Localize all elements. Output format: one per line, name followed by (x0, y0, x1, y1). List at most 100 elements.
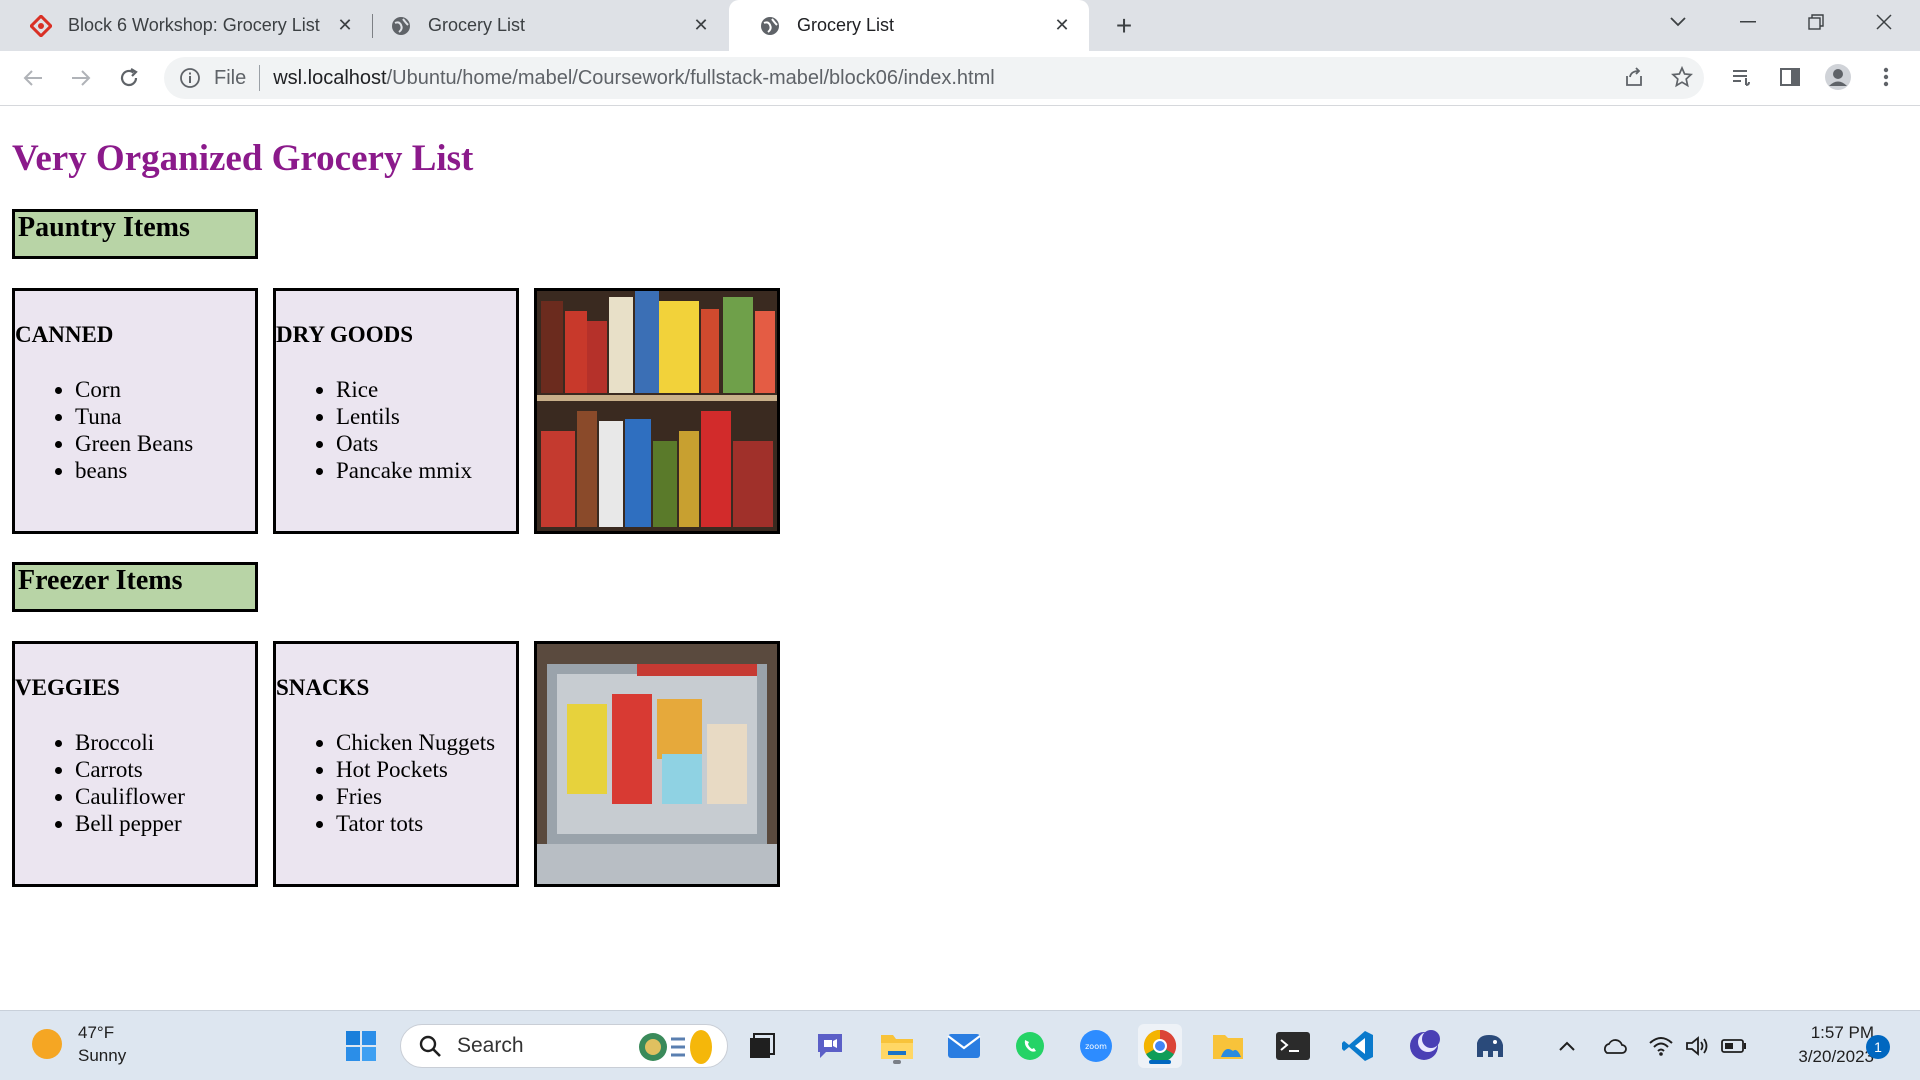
chrome-icon[interactable] (1138, 1024, 1182, 1068)
window-close-icon[interactable] (1854, 0, 1914, 44)
teams-chat-icon[interactable] (808, 1024, 852, 1068)
new-tab-button[interactable]: + (1106, 8, 1142, 44)
clock-date: 3/20/2023 (1798, 1047, 1874, 1066)
tab-title: Grocery List (428, 15, 526, 35)
list-item: Broccoli (75, 729, 255, 756)
search-highlight-icon (635, 1029, 715, 1070)
list-item: Hot Pockets (336, 756, 516, 783)
weather-condition: Sunny (78, 1046, 127, 1065)
close-icon[interactable]: ✕ (686, 11, 716, 41)
info-icon[interactable] (178, 66, 202, 90)
item-list: Corn Tuna Green Beans beans (75, 376, 255, 484)
list-item: beans (75, 457, 255, 484)
search-icon (417, 1033, 443, 1059)
bookmark-star-icon[interactable] (1664, 59, 1700, 95)
web-page: Very Organized Grocery List Pauntry Item… (0, 107, 1920, 1010)
section-header-pantry: Pauntry Items (12, 209, 258, 259)
onedrive-cloud-icon[interactable] (1600, 1032, 1628, 1060)
back-arrow-icon[interactable] (14, 59, 52, 97)
list-item: Fries (336, 783, 516, 810)
card-heading: VEGGIES (15, 675, 120, 700)
close-icon[interactable]: ✕ (1047, 11, 1077, 41)
running-indicator (893, 1060, 901, 1064)
taskbar-search-input[interactable]: Search (400, 1024, 728, 1068)
list-item: Bell pepper (75, 810, 255, 837)
svg-text:zoom: zoom (1085, 1042, 1107, 1051)
task-view-icon[interactable] (740, 1024, 784, 1068)
card-dry-goods: DRY GOODS Rice Lentils Oats Pancake mmix (273, 288, 519, 534)
page-title: Very Organized Grocery List (12, 138, 474, 179)
list-item: Lentils (336, 403, 516, 430)
card-veggies: VEGGIES Broccoli Carrots Cauliflower Bel… (12, 641, 258, 887)
share-icon[interactable] (1616, 59, 1652, 95)
weather-widget[interactable]: 47°F Sunny (32, 1021, 126, 1067)
whatsapp-icon[interactable] (1008, 1024, 1052, 1068)
sun-icon (32, 1029, 62, 1059)
address-bar[interactable]: File wsl.localhost/Ubuntu/home/mabel/Cou… (164, 57, 1704, 99)
reading-list-icon[interactable] (1724, 59, 1760, 95)
item-list: Chicken Nuggets Hot Pockets Fries Tator … (336, 729, 516, 837)
vscode-icon[interactable] (1336, 1024, 1380, 1068)
onedrive-photos-icon[interactable] (1206, 1024, 1250, 1068)
profile-avatar-icon[interactable] (1820, 59, 1856, 95)
taskbar-clock[interactable]: 1:57 PM 3/20/2023 (1764, 1021, 1874, 1069)
start-windows-icon[interactable] (339, 1024, 383, 1068)
section-header-label: Pauntry Items (18, 212, 190, 243)
clock-time: 1:57 PM (1810, 1023, 1874, 1042)
active-indicator (1149, 1060, 1171, 1064)
section-header-freezer: Freezer Items (12, 562, 258, 612)
item-list: Broccoli Carrots Cauliflower Bell pepper (75, 729, 255, 837)
elephant-app-icon[interactable] (1468, 1024, 1512, 1068)
url-text: wsl.localhost/Ubuntu/home/mabel/Coursewo… (273, 67, 994, 90)
tab-title: Grocery List (797, 15, 895, 35)
tab-search-chevron-down-icon[interactable] (1648, 0, 1708, 44)
tab-strip: Block 6 Workshop: Grocery List ✕ Grocery… (0, 0, 1920, 51)
wifi-icon[interactable] (1647, 1032, 1675, 1060)
list-item: Rice (336, 376, 516, 403)
list-item: Green Beans (75, 430, 255, 457)
card-heading: DRY GOODS (276, 322, 413, 347)
globe-icon (390, 15, 412, 37)
list-item: Corn (75, 376, 255, 403)
volume-icon[interactable] (1684, 1032, 1712, 1060)
restore-icon[interactable] (1786, 0, 1846, 44)
workshop-diamond-icon (30, 14, 52, 37)
file-explorer-icon[interactable] (875, 1024, 919, 1068)
card-heading: SNACKS (276, 675, 370, 700)
list-item: Carrots (75, 756, 255, 783)
list-item: Chicken Nuggets (336, 729, 516, 756)
browser-toolbar: File wsl.localhost/Ubuntu/home/mabel/Cou… (0, 51, 1920, 106)
side-panel-icon[interactable] (1772, 59, 1808, 95)
freezer-drawer-photo (534, 641, 780, 887)
chevron-up-icon[interactable] (1553, 1032, 1581, 1060)
item-list: Rice Lentils Oats Pancake mmix (336, 376, 516, 484)
card-heading: CANNED (15, 322, 114, 347)
forward-arrow-icon[interactable] (62, 59, 100, 97)
close-icon[interactable]: ✕ (330, 11, 360, 41)
notification-badge[interactable]: 1 (1866, 1035, 1890, 1059)
battery-icon[interactable] (1720, 1032, 1748, 1060)
zoom-icon[interactable]: zoom (1074, 1024, 1118, 1068)
windows-taskbar: 47°F Sunny Search zoom 1:57 PM 3/20/2023… (0, 1010, 1920, 1080)
night-app-icon[interactable] (1402, 1024, 1446, 1068)
pantry-shelves-photo (534, 288, 780, 534)
freezer-drawer-illustration (537, 644, 777, 884)
tab-block6-workshop[interactable]: Block 6 Workshop: Grocery List ✕ (0, 0, 372, 51)
more-vert-icon[interactable] (1868, 59, 1904, 95)
tab-grocery-list-1[interactable]: Grocery List ✕ (360, 0, 728, 51)
terminal-icon[interactable] (1271, 1024, 1315, 1068)
file-scheme-label: File (214, 66, 247, 89)
mail-icon[interactable] (942, 1024, 986, 1068)
list-item: Oats (336, 430, 516, 457)
address-divider (259, 65, 261, 91)
tab-grocery-list-active[interactable]: Grocery List ✕ (729, 0, 1089, 51)
card-canned: CANNED Corn Tuna Green Beans beans (12, 288, 258, 534)
reload-icon[interactable] (110, 59, 148, 97)
url-host: wsl.localhost (273, 66, 387, 89)
section-header-label: Freezer Items (18, 565, 183, 596)
minimize-icon[interactable] (1718, 0, 1778, 44)
url-path: /Ubuntu/home/mabel/Coursework/fullstack-… (386, 66, 995, 89)
weather-text: 47°F Sunny (78, 1021, 126, 1067)
list-item: Tuna (75, 403, 255, 430)
list-item: Pancake mmix (336, 457, 516, 484)
